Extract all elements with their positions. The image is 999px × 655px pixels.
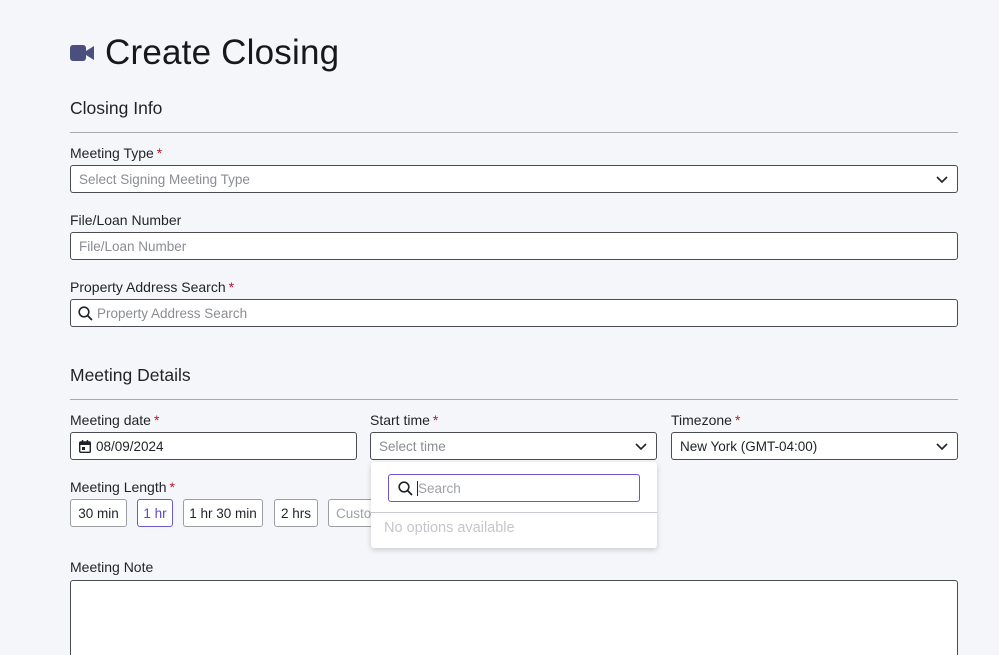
chevron-down-icon <box>936 176 948 184</box>
meeting-type-select[interactable]: Select Signing Meeting Type <box>70 165 958 193</box>
calendar-icon <box>79 439 91 453</box>
start-time-placeholder: Select time <box>379 438 446 454</box>
search-icon <box>398 480 413 496</box>
property-address-label: Property Address Search * <box>70 279 235 295</box>
video-camera-icon <box>70 45 94 61</box>
dropdown-search-input[interactable]: Search <box>388 474 640 502</box>
property-address-placeholder: Property Address Search <box>97 305 248 321</box>
search-icon <box>78 305 93 321</box>
meeting-details-heading: Meeting Details <box>70 365 191 385</box>
meeting-date-label: Meeting date * <box>70 412 160 428</box>
property-address-search-input[interactable]: Property Address Search <box>70 299 958 327</box>
dropdown-divider <box>371 512 657 513</box>
meeting-type-placeholder: Select Signing Meeting Type <box>79 171 250 187</box>
meeting-note-label: Meeting Note <box>70 559 154 575</box>
chevron-down-icon <box>936 443 948 451</box>
start-time-select[interactable]: Select time <box>370 432 657 460</box>
no-options-message: No options available <box>384 520 515 536</box>
start-time-dropdown: Search No options available <box>371 462 657 548</box>
timezone-select[interactable]: New York (GMT-04:00) <box>671 432 958 460</box>
closing-info-heading: Closing Info <box>70 98 163 118</box>
meeting-length-label: Meeting Length * <box>70 479 175 495</box>
meeting-date-input[interactable]: 08/09/2024 <box>70 432 357 460</box>
page-title: Create Closing <box>105 33 340 72</box>
length-2-hrs-button[interactable]: 2 hrs <box>274 499 318 527</box>
chevron-down-icon <box>635 443 647 451</box>
meeting-details-divider <box>70 399 958 400</box>
file-loan-number-input[interactable]: File/Loan Number <box>70 232 958 260</box>
file-loan-number-label: File/Loan Number <box>70 212 182 228</box>
meeting-date-value: 08/09/2024 <box>96 438 164 454</box>
start-time-label: Start time * <box>370 412 439 428</box>
length-1-hr-30-min-button[interactable]: 1 hr 30 min <box>183 499 263 527</box>
file-loan-number-placeholder: File/Loan Number <box>79 238 187 254</box>
length-1-hr-button[interactable]: 1 hr <box>137 499 173 527</box>
dropdown-search-placeholder: Search <box>418 480 461 496</box>
meeting-note-textarea[interactable] <box>70 580 958 655</box>
length-30-min-button[interactable]: 30 min <box>70 499 127 527</box>
meeting-type-label: Meeting Type * <box>70 145 163 161</box>
timezone-label: Timezone * <box>671 412 741 428</box>
page-header: Create Closing <box>70 33 339 73</box>
closing-info-divider <box>70 132 958 133</box>
timezone-value: New York (GMT-04:00) <box>680 438 818 454</box>
